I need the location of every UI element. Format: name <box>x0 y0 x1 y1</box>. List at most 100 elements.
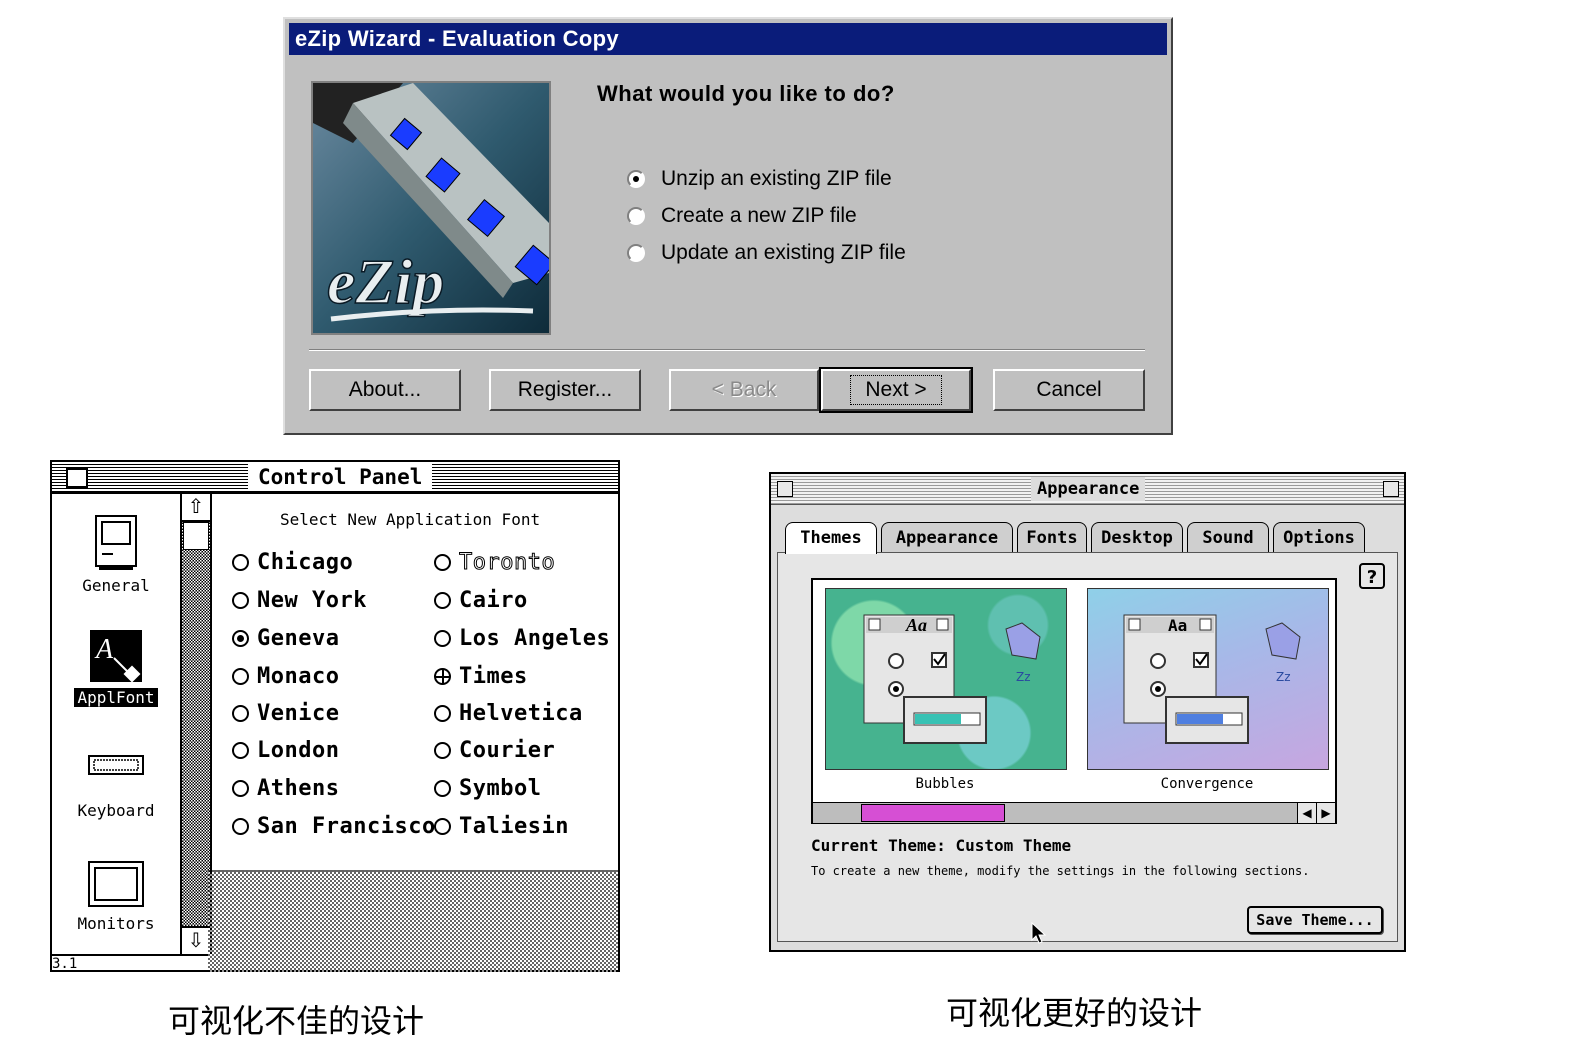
font-option-venice[interactable]: Venice <box>232 701 339 726</box>
font-option-los-angeles[interactable]: Los Angeles <box>434 626 610 651</box>
divider <box>309 349 1145 351</box>
theme-description: To create a new theme, modify the settin… <box>811 864 1310 878</box>
font-panel-subtitle: Select New Application Font <box>280 510 541 529</box>
monitors-item[interactable]: Monitors <box>52 860 180 933</box>
monitor-icon <box>88 861 144 907</box>
radio-icon[interactable] <box>627 244 645 262</box>
title-bar[interactable]: Appearance <box>771 474 1404 505</box>
keyboard-item[interactable]: Keyboard <box>52 752 180 820</box>
cancel-button[interactable]: Cancel <box>993 369 1145 411</box>
save-theme-button[interactable]: Save Theme... <box>1247 906 1383 934</box>
wizard-question: What would you like to do? <box>597 81 895 106</box>
svg-text:Aa: Aa <box>905 615 927 635</box>
ezip-wizard-window: eZip Wizard - Evaluation Copy eZip What … <box>283 17 1173 435</box>
font-option-london[interactable]: London <box>232 738 339 763</box>
register-button[interactable]: Register... <box>489 369 641 411</box>
close-box-icon[interactable] <box>66 468 88 488</box>
window-title: Appearance <box>1031 477 1146 501</box>
radio-icon <box>434 592 451 609</box>
tab-options[interactable]: Options <box>1273 522 1365 552</box>
font-option-geneva[interactable]: Geneva <box>232 626 339 651</box>
font-option-toronto[interactable]: Toronto <box>434 550 555 576</box>
caption-better-design: 可视化更好的设计 <box>946 994 1203 1032</box>
radio-icon <box>232 705 249 722</box>
font-icon: A <box>90 630 142 683</box>
back-button[interactable]: < Back <box>669 369 819 411</box>
appearance-window: Appearance Themes Appearance Fonts Deskt… <box>769 472 1406 952</box>
theme-thumbnail-convergence[interactable]: Aa Zz <box>1087 588 1329 770</box>
radio-icon <box>434 705 451 722</box>
help-icon[interactable]: ? <box>1359 563 1385 589</box>
tab-appearance[interactable]: Appearance <box>881 522 1013 552</box>
font-option-courier[interactable]: Courier <box>434 738 555 763</box>
control-panel-icon-list: General A ApplFont Keyboard Monitors <box>52 494 180 954</box>
scroll-right-arrow-icon[interactable]: ▶ <box>1316 803 1335 823</box>
tab-fonts[interactable]: Fonts <box>1017 522 1087 552</box>
tab-themes[interactable]: Themes <box>785 522 877 554</box>
svg-text:eZip: eZip <box>327 246 444 317</box>
option-create[interactable]: Create a new ZIP file <box>627 204 857 228</box>
radio-selected-icon[interactable] <box>627 170 645 188</box>
option-unzip[interactable]: Unzip an existing ZIP file <box>627 167 892 191</box>
title-bar[interactable]: Control Panel <box>52 462 618 494</box>
scroll-up-arrow-icon[interactable]: ⇧ <box>182 494 210 522</box>
theme-name: Convergence <box>1160 776 1254 792</box>
window-title: Control Panel <box>248 464 433 490</box>
ezip-logo-image: eZip <box>311 81 551 335</box>
font-option-monaco[interactable]: Monaco <box>232 664 339 689</box>
tab-sound[interactable]: Sound <box>1187 522 1269 552</box>
caption-poor-design: 可视化不佳的设计 <box>168 1002 425 1040</box>
scroll-left-arrow-icon[interactable]: ◀ <box>1297 803 1316 823</box>
svg-text:A: A <box>94 634 114 665</box>
version-label: 3.1 <box>52 954 208 974</box>
radio-icon <box>434 630 451 647</box>
svg-text:Zz: Zz <box>1276 670 1291 684</box>
radio-icon <box>232 818 249 835</box>
scroll-down-arrow-icon[interactable]: ⇩ <box>182 926 210 954</box>
desktop-pattern-area <box>208 870 618 972</box>
radio-icon <box>434 818 451 835</box>
collapse-box-icon[interactable] <box>1383 481 1399 497</box>
font-option-chicago[interactable]: Chicago <box>232 550 353 575</box>
close-box-icon[interactable] <box>777 481 793 497</box>
radio-icon <box>232 780 249 797</box>
keyboard-icon <box>88 755 144 775</box>
scroll-thumb[interactable] <box>861 804 1005 822</box>
option-label: Create a new ZIP file <box>661 204 857 227</box>
svg-text:Aa: Aa <box>1168 616 1187 635</box>
radio-icon[interactable] <box>627 207 645 225</box>
font-option-times[interactable]: Times <box>434 664 528 689</box>
tab-desktop[interactable]: Desktop <box>1091 522 1183 552</box>
general-item[interactable]: General <box>52 514 180 595</box>
font-option-taliesin[interactable]: Taliesin <box>434 814 569 839</box>
next-button[interactable]: Next > <box>819 367 973 413</box>
window-title: eZip Wizard - Evaluation Copy <box>289 23 1167 55</box>
radio-selected-icon <box>232 630 249 647</box>
font-option-athens[interactable]: Athens <box>232 776 339 801</box>
radio-icon <box>434 742 451 759</box>
font-option-symbol[interactable]: Symbol <box>434 776 541 801</box>
radio-icon <box>232 592 249 609</box>
radio-icon <box>434 554 451 571</box>
radio-crosshair-icon <box>434 668 451 685</box>
option-label: Unzip an existing ZIP file <box>661 167 892 190</box>
font-option-helvetica[interactable]: Helvetica <box>434 701 583 726</box>
theme-list[interactable]: Aa Zz Bubbles Aa Zz Convergence ◀ ▶ <box>811 578 1337 824</box>
option-label: Update an existing ZIP file <box>661 241 906 264</box>
theme-name: Bubbles <box>915 776 975 792</box>
horizontal-scrollbar[interactable]: ◀ ▶ <box>813 802 1335 823</box>
scroll-thumb[interactable] <box>183 522 209 550</box>
control-panel-window: Control Panel General A ApplFont Keyboar… <box>50 460 620 972</box>
current-theme-label: Current Theme: Custom Theme <box>811 836 1072 855</box>
font-option-san-francisco[interactable]: San Francisco <box>232 814 436 839</box>
svg-text:Zz: Zz <box>1016 670 1031 684</box>
about-button[interactable]: About... <box>309 369 461 411</box>
radio-icon <box>232 668 249 685</box>
font-option-new-york[interactable]: New York <box>232 588 367 613</box>
mouse-cursor-icon <box>1031 922 1047 944</box>
option-update[interactable]: Update an existing ZIP file <box>627 241 906 265</box>
applfont-item[interactable]: A ApplFont <box>52 628 180 707</box>
radio-icon <box>232 742 249 759</box>
theme-thumbnail-bubbles[interactable]: Aa Zz <box>825 588 1067 770</box>
font-option-cairo[interactable]: Cairo <box>434 588 528 613</box>
